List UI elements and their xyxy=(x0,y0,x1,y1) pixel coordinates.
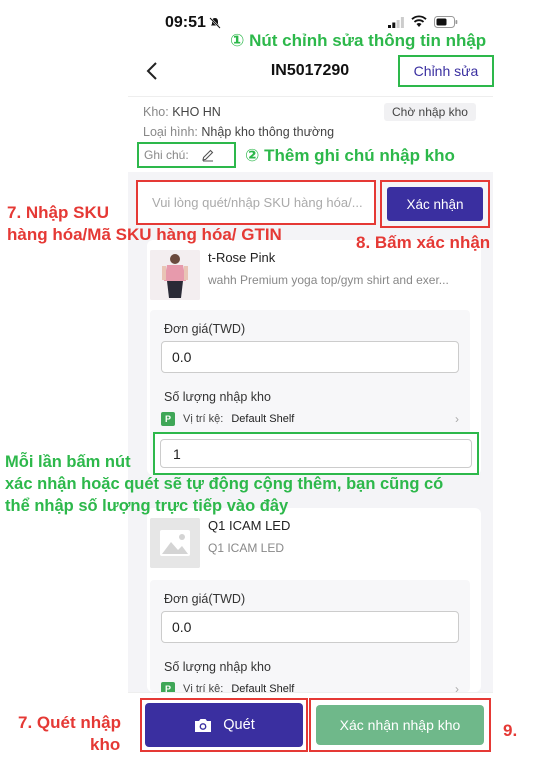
type-label: Loại hình: xyxy=(143,125,198,139)
product-form-panel: Đơn giá(TWD) 0.0 Số lượng nhập kho P Vị … xyxy=(150,580,470,696)
scan-button-label: Quét xyxy=(223,717,255,733)
wifi-icon xyxy=(411,15,427,27)
scan-button[interactable]: Quét xyxy=(145,703,303,747)
product-image xyxy=(150,250,200,300)
price-input[interactable]: 0.0 xyxy=(161,341,459,373)
annotation-sku-line1: 7. Nhập SKU xyxy=(7,203,110,222)
annotation-qty-line2: xác nhận hoặc quét sẽ tự động cộng thêm,… xyxy=(5,475,444,493)
product-description: Q1 ICAM LED xyxy=(208,541,285,555)
product-image xyxy=(150,518,200,568)
shelf-badge-icon: P xyxy=(161,412,175,426)
qty-label: Số lượng nhập kho xyxy=(164,390,271,404)
scan-button-wrapper: Quét xyxy=(140,698,308,752)
price-input[interactable]: 0.0 xyxy=(161,611,459,643)
shelf-label: Vị trí kệ: xyxy=(183,413,224,425)
annotation-edit: ① Nút chỉnh sửa thông tin nhập xyxy=(230,31,487,50)
quantity-input[interactable]: 1 xyxy=(160,439,472,468)
warehouse-label: Kho: xyxy=(143,105,169,119)
confirm-button[interactable]: Xác nhận xyxy=(387,187,483,221)
sku-input-wrapper xyxy=(136,180,376,225)
product-description: wahh Premium yoga top/gym shirt and exer… xyxy=(208,273,449,287)
quantity-input-wrapper: 1 xyxy=(153,432,479,475)
annotation-note: ② Thêm ghi chú nhập kho xyxy=(245,146,455,165)
confirm-stock-button-wrapper: Xác nhận nhập kho xyxy=(309,698,491,752)
confirm-button-wrapper: Xác nhận xyxy=(380,180,490,228)
product-photo-icon xyxy=(150,250,200,300)
annotation-scan-line1: 7. Quét nhập xyxy=(18,713,121,732)
status-badge: Chờ nhập kho xyxy=(384,103,476,121)
type-value: Nhập kho thông thường xyxy=(201,125,335,139)
shelf-value: Default Shelf xyxy=(231,413,295,425)
page-title: IN5017290 xyxy=(270,62,350,79)
warehouse-row: Kho: KHO HN xyxy=(143,105,221,119)
chevron-right-icon: › xyxy=(455,412,459,426)
annotation-step9: 9. xyxy=(503,721,518,740)
product-name: Q1 ICAM LED xyxy=(208,518,291,533)
camera-icon xyxy=(195,719,212,732)
price-label: Đơn giá(TWD) xyxy=(164,592,246,606)
annotation-qty-line1: Mỗi lần bấm nút xyxy=(5,453,131,471)
annotation-confirm: 8. Bấm xác nhận xyxy=(356,233,491,252)
price-label: Đơn giá(TWD) xyxy=(164,322,246,336)
annotation-scan-line2: kho xyxy=(90,735,121,754)
sku-input[interactable] xyxy=(142,186,370,219)
bell-slash-icon xyxy=(209,17,221,29)
battery-icon xyxy=(434,16,458,28)
warehouse-value: KHO HN xyxy=(172,105,221,119)
header-divider xyxy=(128,96,493,97)
edit-button[interactable]: Chỉnh sửa xyxy=(398,55,494,87)
product-card: Q1 ICAM LED Q1 ICAM LED Đơn giá(TWD) 0.0… xyxy=(147,508,481,696)
back-arrow-icon[interactable] xyxy=(144,60,160,82)
signal-icon xyxy=(388,17,404,28)
type-row: Loại hình: Nhập kho thông thường xyxy=(143,125,334,139)
product-name: t-Rose Pink xyxy=(208,250,276,265)
annotation-qty-line3: thể nhập số lượng trực tiếp vào đây xyxy=(5,497,289,515)
confirm-stock-button[interactable]: Xác nhận nhập kho xyxy=(316,705,484,745)
pencil-icon[interactable] xyxy=(201,148,215,162)
status-time: 09:51 xyxy=(165,14,206,31)
note-field[interactable]: Ghi chú: xyxy=(137,142,236,168)
shelf-row[interactable]: P Vị trí kệ: Default Shelf › xyxy=(161,410,459,428)
note-label: Ghi chú: xyxy=(144,148,189,162)
image-placeholder-icon xyxy=(150,518,200,568)
annotation-sku-line2: hàng hóa/Mã SKU hàng hóa/ GTIN xyxy=(7,225,282,244)
qty-label: Số lượng nhập kho xyxy=(164,660,271,674)
